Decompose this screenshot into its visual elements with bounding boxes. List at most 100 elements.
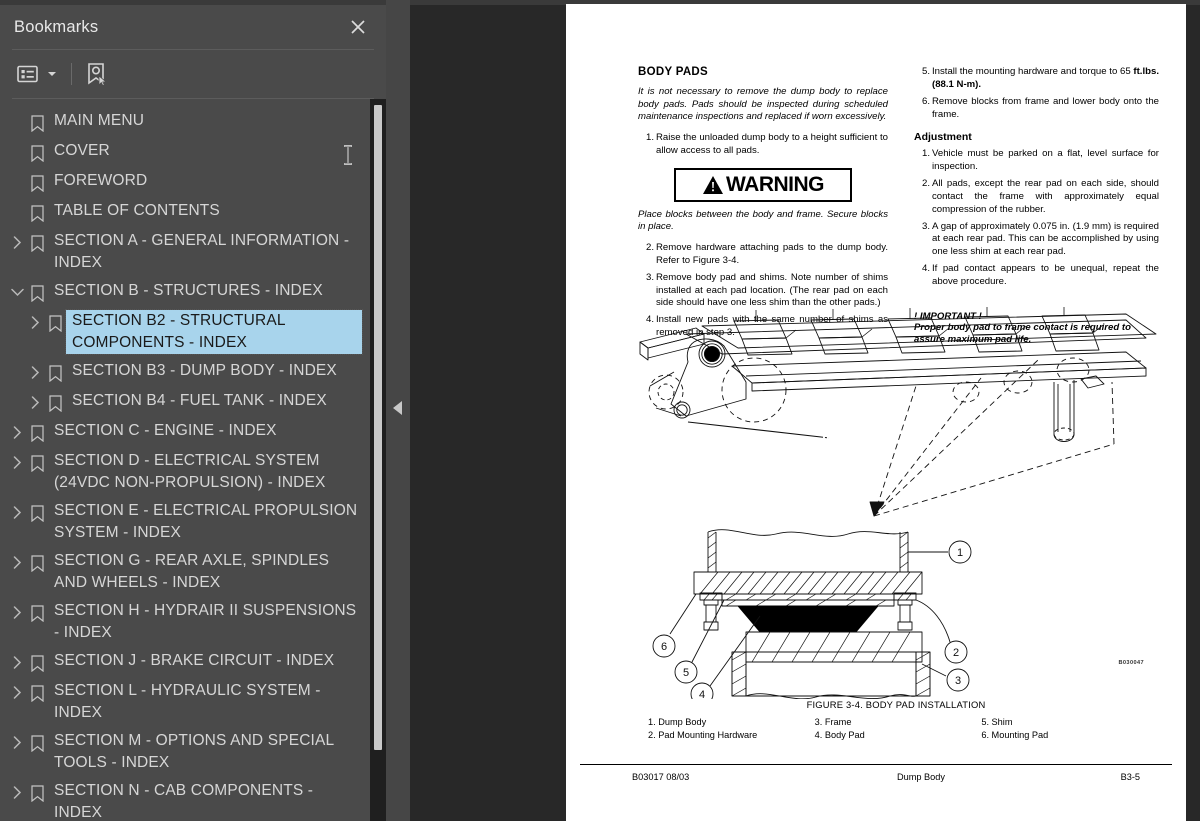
chevron-right-icon[interactable] <box>8 421 26 443</box>
legend-item: 2. Pad Mounting Hardware <box>648 730 758 741</box>
chevron-right-icon[interactable] <box>8 501 26 523</box>
procedure-step: 2. All pads, except the rear pad on each … <box>914 178 1159 217</box>
procedure-step: 2. Remove hardware attaching pads to the … <box>638 242 888 268</box>
step-text: Remove blocks from frame and lower body … <box>932 95 1159 120</box>
bookmark-item[interactable]: SECTION D - ELECTRICAL SYSTEM (24VDC NON… <box>0 447 370 497</box>
legend-item: 6. Mounting Pad <box>981 730 1049 741</box>
triangle-left-icon[interactable] <box>393 401 403 420</box>
chevron-right-icon[interactable] <box>8 231 26 253</box>
steps-right-column: 5. Install the mounting hardware and torq… <box>914 66 1159 121</box>
svg-text:5: 5 <box>683 667 689 679</box>
pdf-page[interactable]: BODY PADS It is not necessary to remove … <box>566 4 1186 821</box>
pdf-viewer-area: BODY PADS It is not necessary to remove … <box>386 0 1200 821</box>
chevron-down-icon[interactable] <box>8 281 26 303</box>
bookmark-label: TABLE OF CONTENTS <box>54 202 220 219</box>
bookmark-icon <box>44 392 66 414</box>
page-footer: B03017 08/03 Dump Body B3-5 <box>580 772 1172 782</box>
chevron-right-icon[interactable] <box>8 651 26 673</box>
step-text: Vehicle must be parked on a flat, level … <box>932 148 1159 173</box>
bookmark-item[interactable]: SECTION E - ELECTRICAL PROPULSION SYSTEM… <box>0 497 370 547</box>
bookmark-item[interactable]: SECTION A - GENERAL INFORMATION - INDEX <box>0 227 370 277</box>
bookmark-item[interactable]: SECTION G - REAR AXLE, SPINDLES AND WHEE… <box>0 547 370 597</box>
chevron-right-icon[interactable] <box>8 451 26 473</box>
bookmark-icon <box>26 732 48 754</box>
bookmark-label: MAIN MENU <box>54 112 145 129</box>
legend-item: 3. Frame <box>814 717 852 727</box>
bookmark-icon <box>44 312 66 334</box>
svg-text:1: 1 <box>957 547 963 559</box>
bookmark-item[interactable]: SECTION C - ENGINE - INDEX <box>0 417 370 447</box>
bookmark-icon <box>26 552 48 574</box>
chevron-right-icon[interactable] <box>26 391 44 413</box>
procedure-step: 1. Raise the unloaded dump body to a heig… <box>638 132 888 158</box>
bookmark-item[interactable]: SECTION B4 - FUEL TANK - INDEX <box>0 387 370 417</box>
bookmarks-scroll-area: MAIN MENU COVER FOREWORD TABLE OF CONTENTS S… <box>0 99 386 821</box>
bookmark-icon <box>26 602 48 624</box>
bookmark-icon <box>26 142 48 164</box>
warning-text: Place blocks between the body and frame.… <box>638 208 888 233</box>
procedure-step: 6. Remove blocks from frame and lower bod… <box>914 96 1159 122</box>
chevron-right-icon[interactable] <box>8 601 26 623</box>
bookmark-label: SECTION B - STRUCTURES - INDEX <box>54 282 323 299</box>
chevron-right-icon[interactable] <box>26 361 44 383</box>
bookmark-label: SECTION D - ELECTRICAL SYSTEM (24VDC NON… <box>54 452 326 491</box>
bookmark-item[interactable]: COVER <box>0 137 370 167</box>
bookmark-item[interactable]: TABLE OF CONTENTS <box>0 197 370 227</box>
svg-text:3: 3 <box>955 675 961 687</box>
step-number: 3. <box>645 271 654 283</box>
drawing-code: B030047 <box>1118 660 1144 666</box>
bookmark-item[interactable]: SECTION N - CAB COMPONENTS - INDEX <box>0 777 370 821</box>
step-text: A gap of approximately 0.075 in. (1.9 mm… <box>932 220 1159 258</box>
bookmark-label: SECTION H - HYDRAIR II SUSPENSIONS - IND… <box>54 602 357 641</box>
svg-text:6: 6 <box>661 641 667 653</box>
footer-rule <box>580 764 1172 765</box>
scrollbar-thumb[interactable] <box>374 105 382 750</box>
figure-3-4: 1 2 3 6 5 4 B030047 FIGURE 3-4. BODY PAD… <box>626 304 1166 740</box>
bookmark-label: SECTION B4 - FUEL TANK - INDEX <box>72 392 327 409</box>
chevron-right-icon[interactable] <box>26 311 44 333</box>
chevron-right-icon[interactable] <box>8 551 26 573</box>
svg-text:2: 2 <box>953 647 959 659</box>
body-pad-installation-drawing: 1 2 3 6 5 4 <box>639 307 1157 706</box>
bookmark-icon <box>26 782 48 804</box>
step-number: 5. <box>921 66 930 77</box>
bookmark-item[interactable]: SECTION L - HYDRAULIC SYSTEM - INDEX <box>0 677 370 727</box>
bookmark-item[interactable]: SECTION J - BRAKE CIRCUIT - INDEX <box>0 647 370 677</box>
bookmark-item[interactable]: SECTION M - OPTIONS AND SPECIAL TOOLS - … <box>0 727 370 777</box>
step-text: Raise the unloaded dump body to a height… <box>656 131 888 156</box>
close-icon[interactable] <box>346 15 370 39</box>
options-list-icon[interactable] <box>13 59 61 89</box>
bookmark-icon <box>26 112 48 134</box>
bookmark-item[interactable]: SECTION H - HYDRAIR II SUSPENSIONS - IND… <box>0 597 370 647</box>
bookmark-label: SECTION L - HYDRAULIC SYSTEM - INDEX <box>54 682 321 721</box>
bookmark-item[interactable]: SECTION B2 - STRUCTURAL COMPONENTS - IND… <box>0 307 370 357</box>
panel-collapse-splitter[interactable] <box>386 0 410 821</box>
bookmark-icon <box>26 172 48 194</box>
step-number: 2. <box>921 178 930 190</box>
chevron-right-icon[interactable] <box>8 681 26 703</box>
bookmark-item[interactable]: FOREWORD <box>0 167 370 197</box>
bookmark-icon <box>26 232 48 254</box>
page-heading: BODY PADS <box>638 66 709 78</box>
bookmarks-panel-header: Bookmarks <box>0 5 386 49</box>
legend-item: 5. Shim <box>981 717 1013 727</box>
bookmark-label: SECTION E - ELECTRICAL PROPULSION SYSTEM… <box>54 502 358 541</box>
bookmark-icon <box>26 652 48 674</box>
bookmark-icon <box>26 202 48 224</box>
legend-column-3: 5. Shim 6. Mounting Pad <box>981 716 1148 743</box>
bookmark-item[interactable]: SECTION B3 - DUMP BODY - INDEX <box>0 357 370 387</box>
bookmark-icon <box>26 502 48 524</box>
procedure-step: 5. Install the mounting hardware and torq… <box>914 66 1159 92</box>
steps-before-warning: 1. Raise the unloaded dump body to a heig… <box>638 132 888 158</box>
warning-triangle-icon <box>703 175 723 194</box>
chevron-right-icon[interactable] <box>8 781 26 803</box>
chevron-right-icon[interactable] <box>8 731 26 753</box>
bookmark-item[interactable]: MAIN MENU <box>0 107 370 137</box>
pdf-reader-window: Bookmarks MAIN MENU COVER FOREWORD TABLE… <box>0 0 1200 821</box>
legend-item: 4. Body Pad <box>814 730 865 741</box>
bookmark-item[interactable]: SECTION B - STRUCTURES - INDEX <box>0 277 370 307</box>
bookmark-select-icon[interactable] <box>84 59 108 89</box>
bookmarks-scrollbar[interactable] <box>370 99 386 821</box>
chevron-down-icon <box>48 72 56 76</box>
step-number: 6. <box>921 95 930 107</box>
